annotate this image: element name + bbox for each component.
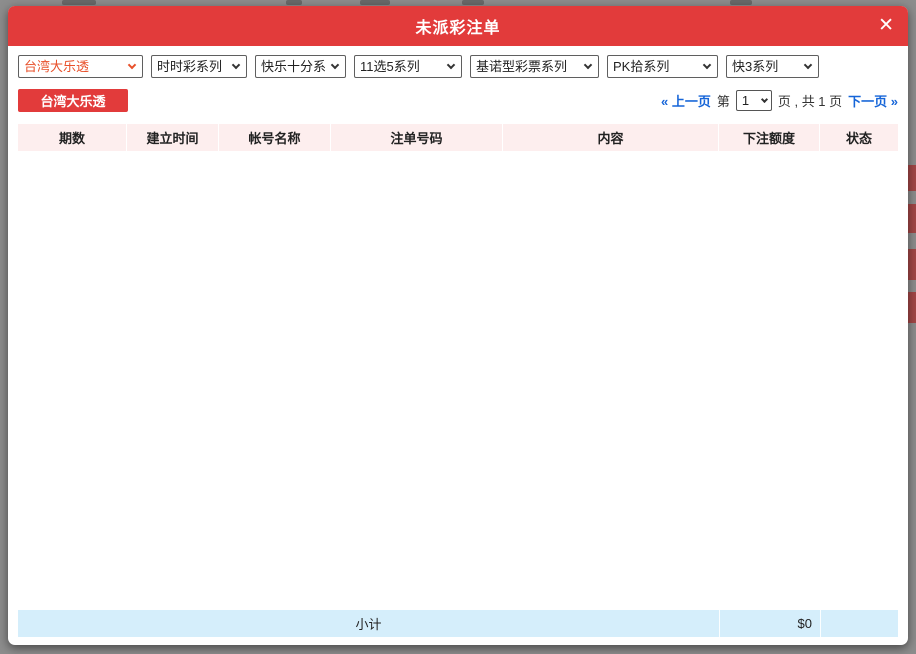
page-prefix-label: 第 [717, 91, 730, 110]
table-body-empty [18, 151, 898, 610]
select-k3-series[interactable]: 快3系列 [726, 55, 819, 78]
page-select[interactable]: 1 [736, 90, 772, 111]
active-lottery-button[interactable]: 台湾大乐透 [18, 89, 128, 112]
column-header-bet-number: 注单号码 [331, 124, 503, 151]
page-count-label: 页 , 共 1 页 [778, 91, 842, 110]
select-pk10-series[interactable]: PK拾系列 [607, 55, 718, 78]
select-ssc-series[interactable]: 时时彩系列 [151, 55, 247, 78]
modal-body: 台湾大乐透 时时彩系列 快乐十分系列 11选5系列 基诺型彩票系列 PK拾系列 [8, 46, 908, 645]
column-header-account-name: 帐号名称 [219, 124, 331, 151]
background-text-fragment [286, 0, 302, 5]
modal-header: 未派彩注单 ✕ [8, 6, 908, 46]
modal-title: 未派彩注单 [415, 14, 500, 38]
next-page-link[interactable]: 下一页 » [848, 91, 898, 110]
background-text-fragment [730, 0, 752, 5]
select-11x5-series[interactable]: 11选5系列 [354, 55, 462, 78]
prev-page-link[interactable]: « 上一页 [661, 91, 711, 110]
column-header-period: 期数 [18, 124, 127, 151]
table-footer-row: 小计 $0 [18, 610, 898, 637]
background-text-fragment [462, 0, 484, 5]
background-text-fragment [62, 0, 96, 5]
subtotal-label: 小计 [18, 610, 719, 637]
close-icon[interactable]: ✕ [878, 14, 894, 38]
select-klsf-series[interactable]: 快乐十分系列 [255, 55, 346, 78]
lottery-series-filter-row: 台湾大乐透 时时彩系列 快乐十分系列 11选5系列 基诺型彩票系列 PK拾系列 [18, 55, 898, 78]
background-text-fragment [360, 0, 390, 5]
column-header-content: 内容 [503, 124, 719, 151]
column-header-status: 状态 [820, 124, 898, 151]
unsettled-bets-modal: 未派彩注单 ✕ 台湾大乐透 时时彩系列 快乐十分系列 11选5系列 基诺型彩票系… [8, 6, 908, 645]
toolbar-row: 台湾大乐透 « 上一页 第 1 页 , 共 1 页 下一页 » [18, 89, 898, 112]
subtotal-amount: $0 [719, 610, 820, 637]
column-header-created-time: 建立时间 [127, 124, 219, 151]
pagination: « 上一页 第 1 页 , 共 1 页 下一页 » [661, 90, 898, 111]
column-header-bet-amount: 下注额度 [719, 124, 820, 151]
table-header-row: 期数 建立时间 帐号名称 注单号码 内容 下注额度 状态 [18, 124, 898, 151]
subtotal-status-cell [820, 610, 898, 637]
select-keno-series[interactable]: 基诺型彩票系列 [470, 55, 599, 78]
select-taiwan-lotto[interactable]: 台湾大乐透 [18, 55, 143, 78]
